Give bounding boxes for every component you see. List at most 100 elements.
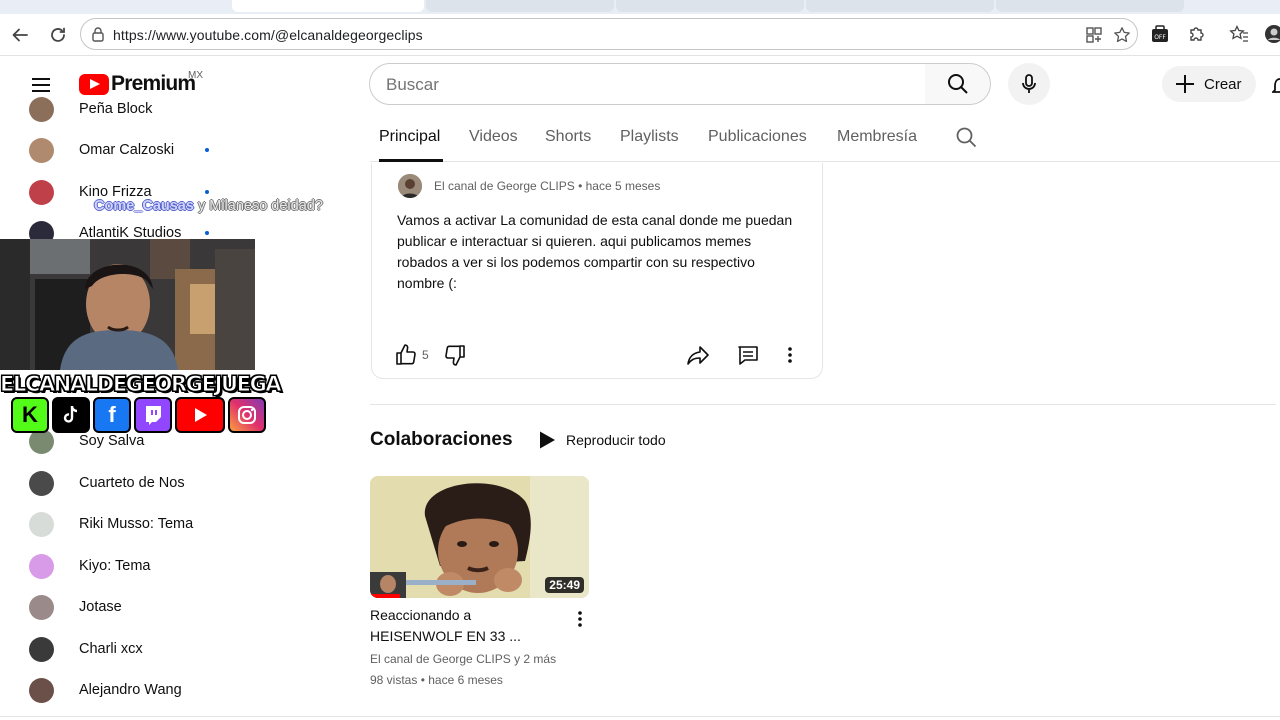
tab-videos[interactable]: Videos xyxy=(469,128,518,146)
avatar xyxy=(29,511,54,537)
post-time[interactable]: hace 5 meses xyxy=(586,179,661,193)
address-bar[interactable]: https://www.youtube.com/@elcanaldegeorge… xyxy=(80,18,1138,50)
avatar xyxy=(29,137,54,163)
search-icon xyxy=(947,74,968,94)
webcam-overlay xyxy=(0,239,255,370)
lock-icon xyxy=(92,27,104,42)
chat-message: Come_Causas y Milaneso deidad? xyxy=(94,198,323,214)
video-thumbnail[interactable]: 25:49 xyxy=(370,476,589,598)
video-more-icon[interactable] xyxy=(572,609,588,629)
sidebar-subscription-item[interactable]: Cuarteto de Nos xyxy=(0,463,250,503)
puzzle-icon xyxy=(1190,27,1204,41)
new-content-dot xyxy=(205,148,209,152)
search-input[interactable]: Buscar xyxy=(369,63,926,105)
create-button[interactable]: Crear xyxy=(1162,66,1256,102)
avatar xyxy=(29,594,54,620)
channel-search-icon[interactable] xyxy=(955,126,977,148)
comment-icon[interactable] xyxy=(736,343,760,367)
browser-tab[interactable] xyxy=(806,0,994,12)
tab-playlists[interactable]: Playlists xyxy=(620,128,679,146)
play-all-button[interactable]: Reproducir todo xyxy=(537,430,666,450)
social-icons: K f xyxy=(11,397,266,433)
avatar xyxy=(29,470,54,496)
community-post: El canal de George CLIPS • hace 5 meses … xyxy=(371,163,823,379)
profile-button[interactable] xyxy=(1262,22,1280,46)
avatar xyxy=(29,677,54,703)
country-code: MX xyxy=(188,70,203,81)
sidebar-item-label: Omar Calzoski xyxy=(79,142,175,158)
video-channel[interactable]: El canal de George CLIPS y 2 más xyxy=(370,652,556,666)
browser-tab[interactable] xyxy=(616,0,804,12)
sidebar-subscription-item[interactable]: Riki Musso: Tema xyxy=(0,504,250,544)
webcam-image xyxy=(0,239,255,370)
extension-button[interactable]: OFF xyxy=(1148,22,1172,46)
tab-publicaciones[interactable]: Publicaciones xyxy=(708,128,807,146)
avatar xyxy=(29,179,54,205)
search-placeholder: Buscar xyxy=(386,75,439,94)
channel-tabs: Principal Videos Shorts Playlists Publicacio… xyxy=(370,112,1280,162)
new-content-dot xyxy=(205,231,209,235)
like-count: 5 xyxy=(422,348,429,362)
video-duration: 25:49 xyxy=(545,577,584,593)
sidebar-item-label: Peña Block xyxy=(79,101,153,117)
new-content-dot xyxy=(205,190,209,194)
browser-tab-active[interactable] xyxy=(232,0,424,12)
favorites-button[interactable] xyxy=(1227,22,1251,46)
arrow-left-icon xyxy=(12,28,28,42)
bottom-divider xyxy=(0,716,1280,717)
share-icon[interactable] xyxy=(686,343,710,367)
star-icon[interactable] xyxy=(1113,26,1131,44)
chat-username: Come_Causas xyxy=(94,198,194,214)
create-label: Crear xyxy=(1204,75,1242,93)
browser-tab[interactable] xyxy=(996,0,1184,12)
sidebar-subscription-item[interactable]: Alejandro Wang xyxy=(0,670,250,710)
browser-tab-strip xyxy=(0,0,1280,14)
sidebar-subscription-item[interactable]: Omar Calzoski xyxy=(0,130,250,170)
dislike-icon[interactable] xyxy=(443,343,467,367)
reload-button[interactable] xyxy=(46,23,70,47)
sidebar-item-label: Cuarteto de Nos xyxy=(79,475,185,491)
favorites-star-icon xyxy=(1229,24,1248,42)
browser-toolbar: https://www.youtube.com/@elcanaldegeorge… xyxy=(0,14,1280,56)
notifications-icon[interactable] xyxy=(1272,77,1280,95)
more-vertical-icon[interactable] xyxy=(778,343,802,367)
post-author[interactable]: El canal de George CLIPS xyxy=(434,179,575,193)
post-author-avatar[interactable] xyxy=(398,174,422,198)
avatar xyxy=(29,636,54,662)
section-divider xyxy=(370,404,1276,405)
shelf-title[interactable]: Colaboraciones xyxy=(370,429,513,451)
search-button[interactable] xyxy=(925,63,991,105)
video-stats: 98 vistas • hace 6 meses xyxy=(370,673,503,687)
plus-icon xyxy=(1176,75,1194,93)
sidebar-subscription-item[interactable]: Kiyo: Tema xyxy=(0,546,250,586)
avatar xyxy=(29,553,54,579)
tab-principal[interactable]: Principal xyxy=(379,128,440,146)
play-icon xyxy=(540,431,555,449)
back-button[interactable] xyxy=(8,23,32,47)
chat-text: y Milaneso deidad? xyxy=(193,198,323,214)
sidebar-subscription-item[interactable]: Peña Block xyxy=(0,89,250,129)
app-available-icon[interactable] xyxy=(1085,26,1103,44)
sidebar-subscription-item[interactable]: Charli xcx xyxy=(0,629,250,669)
like-icon[interactable] xyxy=(394,343,418,367)
video-title[interactable]: Reaccionando a HEISENWOLF EN 33 ... xyxy=(370,605,560,647)
youtube-icon xyxy=(175,397,225,433)
voice-search-button[interactable] xyxy=(1008,63,1050,105)
sidebar-item-label: Alejandro Wang xyxy=(79,682,182,698)
instagram-icon xyxy=(228,397,266,433)
extensions-button[interactable] xyxy=(1185,22,1209,46)
streamer-name-banner: ELCANALDEGEORGEJUEGA xyxy=(0,367,282,401)
browser-tab[interactable] xyxy=(426,0,614,12)
microphone-icon xyxy=(1022,74,1036,93)
post-text: Vamos a activar La comunidad de esta can… xyxy=(397,212,793,291)
active-tab-indicator xyxy=(379,159,443,162)
streamer-name: ELCANALDEGEORGEJUEGA xyxy=(0,372,282,397)
post-actions: 5 xyxy=(372,343,824,367)
facebook-icon: f xyxy=(93,397,131,433)
sidebar-subscription-item[interactable]: Jotase xyxy=(0,587,250,627)
sidebar-item-label: Jotase xyxy=(79,599,122,615)
tab-shorts[interactable]: Shorts xyxy=(545,128,591,146)
tab-membresa[interactable]: Membresía xyxy=(837,128,917,146)
sidebar-item-label: Kiyo: Tema xyxy=(79,558,151,574)
sidebar-item-label: Soy Salva xyxy=(79,433,145,449)
